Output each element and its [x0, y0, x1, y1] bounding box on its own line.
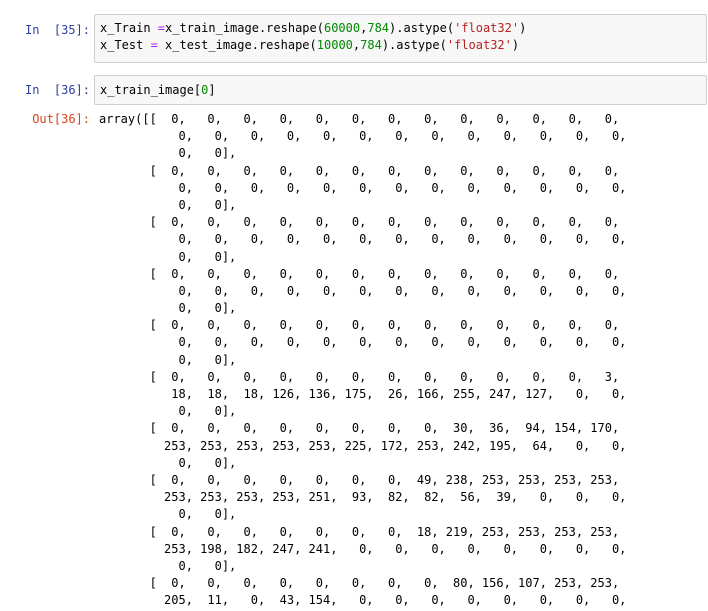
code-token: 60000 [323, 21, 361, 35]
code-token: ).astype( [381, 38, 447, 52]
output-line: 0, 0, 0, 0, 0, 0, 0, 0, 0, 0, 0, 0, 0, [99, 335, 627, 350]
code-token: 784 [367, 21, 390, 35]
output-cell-36: Out[36]: array([[ 0, 0, 0, 0, 0, 0, 0, 0… [0, 111, 708, 611]
code-token: 784 [360, 38, 382, 52]
output-line: 0, 0, 0, 0, 0, 0, 0, 0, 0, 0, 0, 0, 0, [99, 129, 627, 144]
output-line: [ 0, 0, 0, 0, 0, 0, 0, 0, 0, 0, 0, 0, 3, [99, 369, 620, 384]
output-line: 0, 0], [99, 352, 237, 367]
code-token: x_train_image.reshape( [165, 21, 324, 35]
output-line: [ 0, 0, 0, 0, 0, 0, 0, 0, 0, 0, 0, 0, 0, [99, 318, 620, 333]
output-line: 0, 0], [99, 455, 237, 470]
output-line: 0, 0], [99, 507, 237, 522]
code-token: x_Train [100, 21, 158, 35]
code-token: 'float32' [454, 21, 520, 35]
code-token: x_Test [100, 38, 151, 52]
code-token: ).astype( [389, 21, 455, 35]
code-editor-35[interactable]: x_Train =x_train_image.reshape(60000,784… [94, 14, 707, 63]
output-line: [ 0, 0, 0, 0, 0, 0, 0, 18, 219, 253, 253… [99, 524, 620, 539]
output-line: [ 0, 0, 0, 0, 0, 0, 0, 0, 30, 36, 94, 15… [99, 421, 620, 436]
input-prompt-36: In [36]: [24, 83, 90, 97]
output-line: 0, 0], [99, 146, 237, 161]
output-line: 0, 0, 0, 0, 0, 0, 0, 0, 0, 0, 0, 0, 0, [99, 283, 627, 298]
code-token: = [157, 21, 166, 35]
code-token: = [150, 38, 158, 52]
code-cell-36[interactable]: In [36]: x_train_image[0] [0, 75, 708, 105]
input-prompt-35: In [35]: [24, 23, 90, 37]
code-token: ) [511, 38, 520, 52]
code-token: 'float32' [446, 38, 512, 52]
output-line: 18, 18, 18, 126, 136, 175, 26, 166, 255,… [99, 387, 627, 401]
output-line: [ 0, 0, 0, 0, 0, 0, 0, 49, 238, 253, 253… [99, 472, 620, 487]
output-text: array([[ 0, 0, 0, 0, 0, 0, 0, 0, 0, 0, 0… [99, 111, 707, 609]
code-token: ) [519, 21, 527, 35]
output-line: [ 0, 0, 0, 0, 0, 0, 0, 0, 0, 0, 0, 0, 0, [99, 266, 620, 281]
output-line: 0, 0], [99, 301, 237, 316]
code-line: x_Train =x_train_image.reshape(60000,784… [100, 20, 706, 37]
output-line: 0, 0], [99, 249, 237, 264]
output-line: 0, 0, 0, 0, 0, 0, 0, 0, 0, 0, 0, 0, 0, [99, 180, 627, 195]
output-line: 0, 0], [99, 404, 237, 419]
code-token: ] [208, 83, 216, 97]
code-editor-36[interactable]: x_train_image[0] [94, 75, 707, 105]
code-line: x_train_image[0] [100, 82, 706, 99]
output-line: 0, 0, 0, 0, 0, 0, 0, 0, 0, 0, 0, 0, 0, [99, 232, 627, 247]
output-line: [ 0, 0, 0, 0, 0, 0, 0, 0, 0, 0, 0, 0, 0, [99, 215, 620, 230]
output-line: [ 0, 0, 0, 0, 0, 0, 0, 0, 0, 0, 0, 0, 0, [99, 163, 620, 178]
code-token: x_train_image[ [100, 83, 202, 97]
output-line: 0, 0], [99, 558, 237, 573]
output-line: [ 0, 0, 0, 0, 0, 0, 0, 0, 80, 156, 107, … [99, 576, 620, 591]
output-line: 253, 253, 253, 253, 253, 225, 172, 253, … [99, 438, 627, 453]
code-token: x_test_image.reshape( [157, 38, 317, 52]
code-token: 10000 [316, 38, 353, 52]
output-line: 253, 253, 253, 253, 251, 93, 82, 82, 56,… [99, 490, 627, 505]
output-line: array([[ 0, 0, 0, 0, 0, 0, 0, 0, 0, 0, 0… [99, 112, 620, 126]
output-prompt-36: Out[36]: [32, 112, 90, 126]
code-line: x_Test = x_test_image.reshape(10000,784)… [100, 37, 706, 54]
code-cell-35[interactable]: In [35]: x_Train =x_train_image.reshape(… [0, 14, 708, 64]
output-line: 0, 0], [99, 197, 237, 212]
output-line: 253, 198, 182, 247, 241, 0, 0, 0, 0, 0, … [99, 541, 627, 556]
